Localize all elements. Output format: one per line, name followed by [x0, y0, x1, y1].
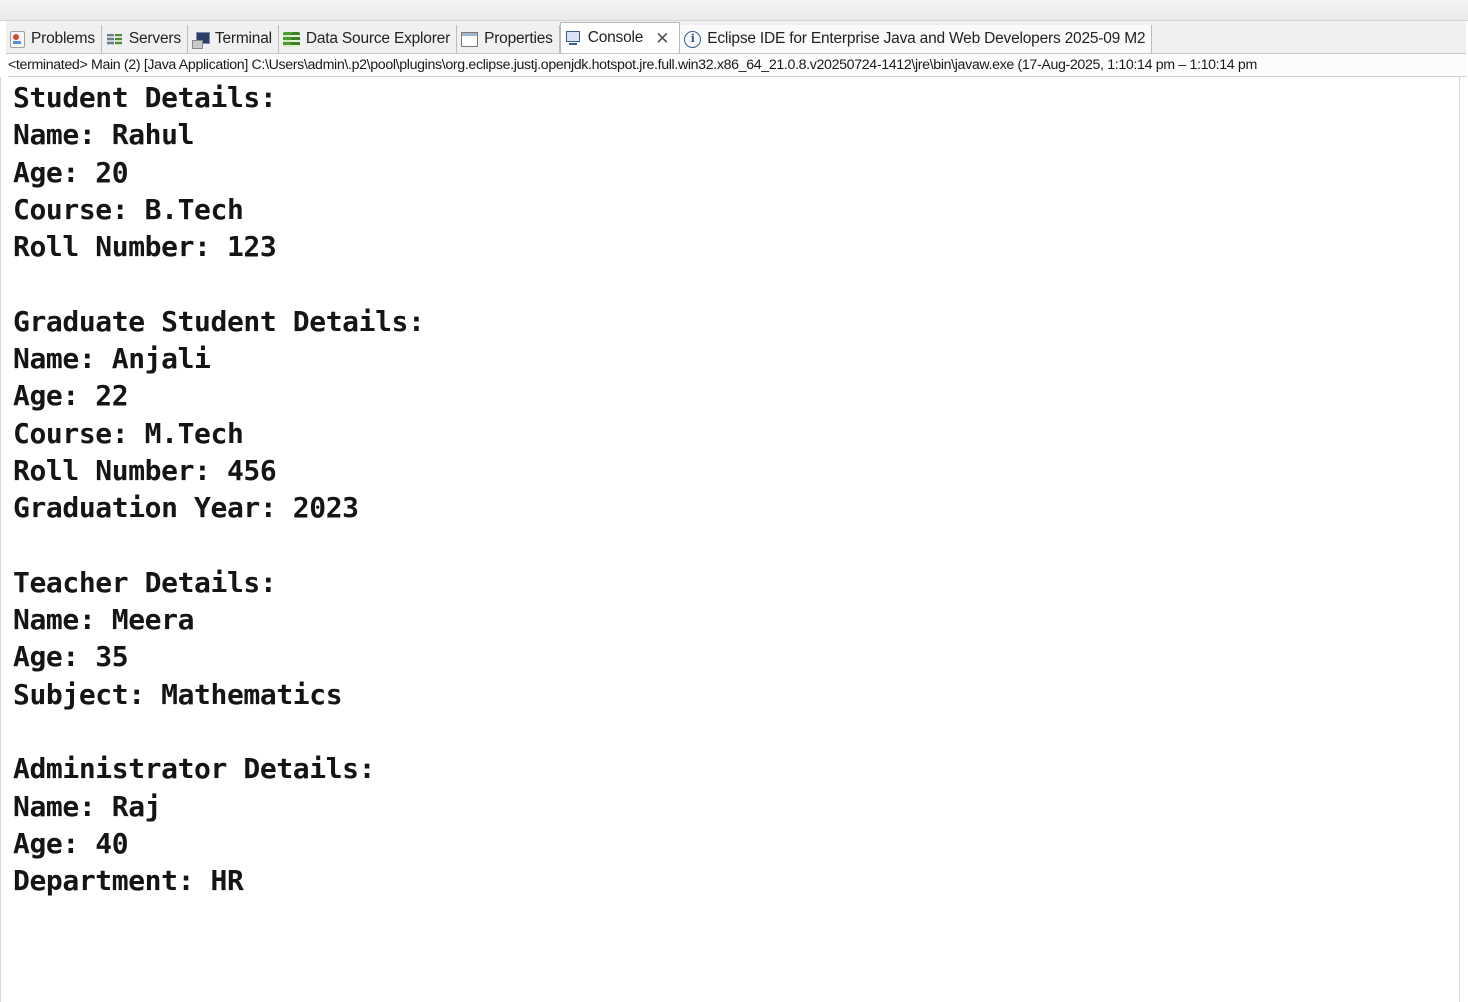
console-line: Age: 22: [13, 379, 129, 413]
window-top-strip: [0, 0, 1468, 21]
tab-label: Properties: [484, 30, 553, 47]
tab-label: Servers: [128, 30, 181, 47]
console-line: Student Details:: [13, 81, 277, 114]
console-line: Name: Raj: [13, 789, 162, 823]
console-process-status: <terminated> Main (2) [Java Application]…: [8, 54, 1466, 77]
tab-eclipse-info[interactable]: i Eclipse IDE for Enterprise Java and We…: [680, 25, 1153, 53]
console-line: Age: 40: [13, 826, 129, 860]
console-line: Graduation Year: 2023: [13, 491, 359, 525]
data-source-explorer-icon: [282, 31, 300, 48]
terminal-icon: [191, 31, 210, 49]
console-line: Roll Number: 123: [13, 230, 277, 264]
tab-problems[interactable]: Problems: [6, 25, 102, 53]
console-line: Name: Meera: [13, 603, 195, 637]
tab-label: Console: [587, 29, 644, 46]
console-line: Graduate Student Details:: [13, 304, 425, 338]
console-line: Age: 35: [13, 640, 129, 674]
properties-icon: [461, 31, 479, 47]
tab-label: Terminal: [214, 30, 272, 47]
console-line: Age: 20: [13, 155, 129, 189]
console-output: Student Details: Name: Rahul Age: 20 Cou…: [1, 77, 1459, 900]
console-line: Name: Anjali: [13, 342, 211, 376]
console-icon: [565, 30, 582, 47]
tab-terminal[interactable]: Terminal: [188, 25, 279, 53]
tab-label: Eclipse IDE for Enterprise Java and Web …: [707, 30, 1146, 47]
console-line: Administrator Details:: [13, 752, 376, 786]
console-line: Subject: Mathematics: [13, 677, 343, 711]
console-line: Roll Number: 456: [13, 453, 277, 487]
console-line: Department: HR: [13, 864, 244, 898]
tab-properties[interactable]: Properties: [457, 25, 560, 53]
tab-data-source-explorer[interactable]: Data Source Explorer: [279, 25, 458, 53]
problems-icon: [10, 30, 25, 48]
tab-label: Data Source Explorer: [305, 30, 451, 47]
console-line: Course: M.Tech: [13, 416, 244, 450]
console-line: Name: Rahul: [13, 118, 195, 152]
view-tab-bar: Problems Servers Terminal Data Source Ex…: [6, 21, 1466, 54]
tab-servers[interactable]: Servers: [102, 25, 188, 53]
info-icon: i: [684, 30, 702, 48]
tab-label: Problems: [31, 30, 95, 47]
close-icon[interactable]: ✕: [655, 30, 669, 47]
console-output-area[interactable]: Student Details: Name: Rahul Age: 20 Cou…: [0, 77, 1460, 1002]
console-line: Course: B.Tech: [13, 192, 244, 226]
tab-console[interactable]: Console ✕: [559, 22, 681, 53]
console-line: Teacher Details:: [13, 565, 277, 599]
servers-icon: [106, 31, 123, 48]
